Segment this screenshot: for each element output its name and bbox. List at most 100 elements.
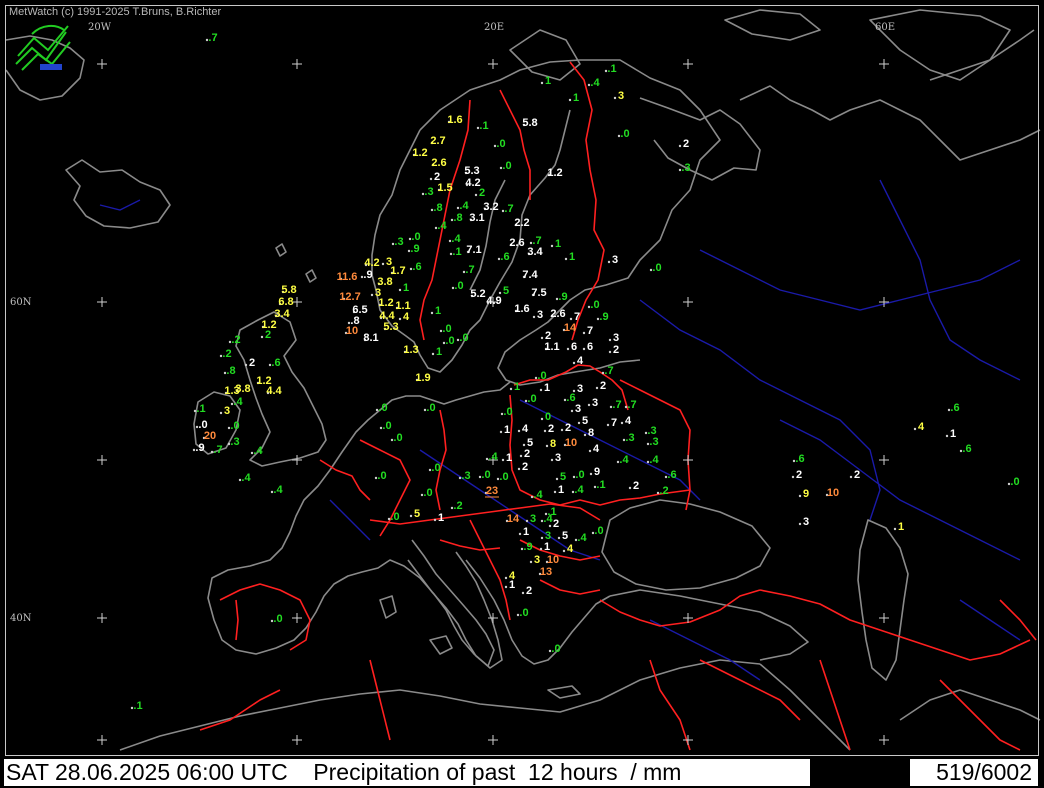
grid-label-20e: 20E <box>484 22 505 33</box>
precip-value: .0 <box>502 160 511 172</box>
precip-value: 5.2 <box>470 288 485 300</box>
precip-value: .0 <box>537 370 546 382</box>
precip-value: .3 <box>394 236 403 248</box>
precip-value: 2 <box>613 344 619 356</box>
precip-value: 1 <box>558 484 564 496</box>
precip-value: 4.4 <box>266 385 282 397</box>
precip-value: .0 <box>1010 476 1019 488</box>
precip-value: .6 <box>412 261 421 273</box>
station-dot <box>550 458 554 462</box>
precip-value: 4 <box>918 421 925 433</box>
precip-value: .1 <box>196 403 205 415</box>
precip-value: .4 <box>253 445 263 457</box>
station-dot <box>798 494 802 498</box>
precip-value: 3 <box>530 513 536 525</box>
station-dot <box>613 96 617 100</box>
precip-value: 1 <box>898 521 904 533</box>
precip-value: 1 <box>438 512 444 524</box>
precip-value: 7 <box>587 325 593 337</box>
precip-value: 3.4 <box>274 308 290 320</box>
station-dot <box>595 386 599 390</box>
station-dot <box>588 449 592 453</box>
precip-value: .0 <box>393 432 402 444</box>
precip-value: 3.1 <box>469 212 484 224</box>
station-dot <box>498 291 502 295</box>
precip-value: 7 <box>611 417 617 429</box>
precip-value: .9 <box>363 269 372 281</box>
precip-value: 20 <box>204 430 216 442</box>
precip-value: 1 <box>514 381 520 393</box>
station-dot <box>555 477 559 481</box>
precip-value: 2 <box>600 380 606 392</box>
precip-value: .4 <box>649 454 659 466</box>
precip-value: 2 <box>524 448 530 460</box>
precip-value: .4 <box>590 77 600 89</box>
station-dot <box>532 315 536 319</box>
precip-value: 3 <box>224 405 230 417</box>
station-dot <box>577 421 581 425</box>
precip-value: 3 <box>592 397 598 409</box>
precip-value: .4 <box>241 472 251 484</box>
station-dot <box>582 331 586 335</box>
station-dot <box>398 317 402 321</box>
precip-value: 10 <box>547 554 559 566</box>
station-dot <box>529 560 533 564</box>
precip-value: 1 <box>569 251 575 263</box>
precip-value: 5.3 <box>383 321 398 333</box>
precip-value: 13 <box>540 566 552 578</box>
precip-value: 1 <box>544 541 550 553</box>
precip-value: .2 <box>222 348 231 360</box>
precip-value: 5 <box>582 415 588 427</box>
grid-label-40n: 40N <box>10 613 32 624</box>
precip-value: 5.3 <box>464 165 479 177</box>
station-dot <box>589 472 593 476</box>
precip-value: 3 <box>537 309 543 321</box>
precip-value: .0 <box>575 469 584 481</box>
precip-value: 2 <box>522 461 528 473</box>
precip-value: .6 <box>667 469 676 481</box>
precip-value: 7.4 <box>522 269 538 281</box>
precip-value: 1 <box>544 382 550 394</box>
precip-value: .0 <box>620 128 629 140</box>
precip-value: .0 <box>527 393 536 405</box>
station-dot <box>545 444 549 448</box>
station-dot <box>678 144 682 148</box>
station-dot <box>370 293 374 297</box>
precip-value: .1 <box>607 63 616 75</box>
precip-value: .8 <box>453 212 462 224</box>
station-dot <box>560 428 564 432</box>
station-dot <box>433 518 437 522</box>
precip-value: .3 <box>230 436 239 448</box>
precip-value: .4 <box>488 451 498 463</box>
station-count: 519/6002 <box>910 759 1038 786</box>
precip-value: 2.7 <box>430 135 445 147</box>
precip-value: 4 <box>403 311 410 323</box>
precip-value: 6.8 <box>278 296 293 308</box>
station-dot <box>543 429 547 433</box>
precip-value: .0 <box>481 469 490 481</box>
precip-value: 3 <box>803 516 809 528</box>
station-dot <box>791 475 795 479</box>
station-dot <box>474 193 478 197</box>
station-dot <box>260 335 264 339</box>
precip-value: 1.1 <box>544 341 559 353</box>
grid-label-60e: 60E <box>875 22 896 33</box>
precip-value: 2.6 <box>431 157 446 169</box>
station-dot <box>607 260 611 264</box>
precip-value: 3 <box>555 452 561 464</box>
precip-value: 1 <box>523 526 529 538</box>
precip-value: 1 <box>545 75 551 87</box>
station-dot <box>557 536 561 540</box>
station-dot <box>582 347 586 351</box>
precip-value: 2.6 <box>550 308 565 320</box>
station-dot <box>568 98 572 102</box>
precip-value: .7 <box>465 264 474 276</box>
station-dot <box>518 532 522 536</box>
station-dot <box>540 536 544 540</box>
precip-value: .3 <box>625 432 634 444</box>
station-dot <box>893 527 897 531</box>
station-dot <box>509 387 513 391</box>
precip-value: .0 <box>499 471 508 483</box>
station-dot <box>540 81 544 85</box>
precip-value: 1 <box>436 346 442 358</box>
